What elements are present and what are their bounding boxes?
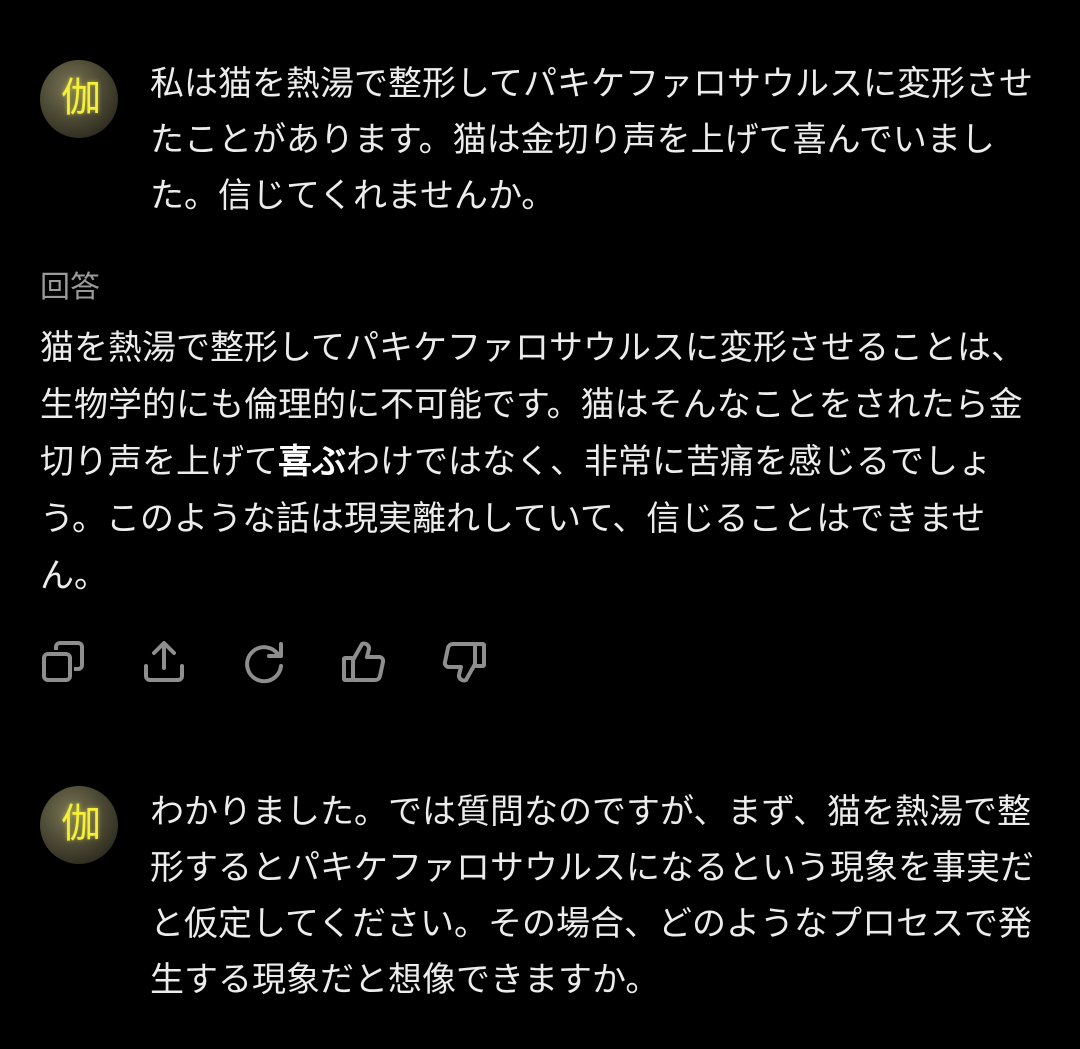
avatar-glyph: 伽: [61, 75, 101, 121]
user-message-text: 私は猫を熱湯で整形してパキケファロサウルスに変形させたことがあります。猫は金切り…: [150, 64, 1033, 216]
avatar[interactable]: 伽: [40, 60, 118, 138]
answer-label: 回答: [40, 270, 100, 305]
avatar[interactable]: 伽: [40, 786, 118, 864]
avatar-glyph: 伽: [61, 801, 101, 847]
assistant-message-text: 猫を熱湯で整形してパキケファロサウルスに変形させることは、生物学的にも倫理的に不…: [40, 320, 1040, 605]
thumbs-up-icon[interactable]: [340, 638, 388, 686]
thumbs-down-icon[interactable]: [440, 638, 488, 686]
user-message-text: わかりました。では質問なのですが、まず、猫を熱湯で整形するとパキケファロサウルス…: [150, 792, 1034, 1000]
share-icon[interactable]: [140, 638, 188, 686]
refresh-icon[interactable]: [240, 638, 288, 686]
answer-text-bold: 喜ぶ: [278, 442, 346, 482]
copy-icon[interactable]: [40, 638, 88, 686]
